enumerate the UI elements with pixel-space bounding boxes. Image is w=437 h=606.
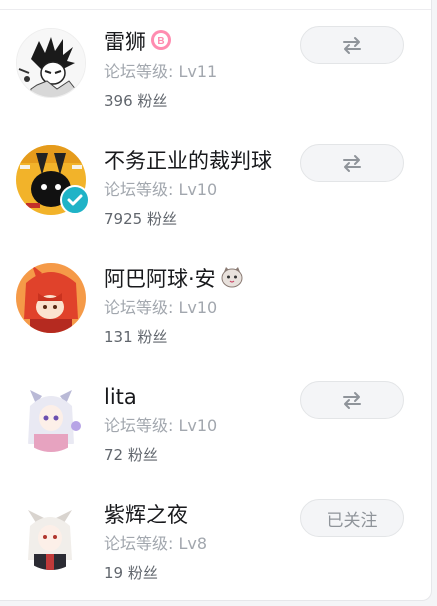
- user-row[interactable]: 雷狮 B 论坛等级: Lv11 396 粉丝: [0, 10, 431, 128]
- forum-level: 论坛等级: Lv11: [104, 62, 218, 81]
- username[interactable]: 紫辉之夜: [104, 501, 188, 529]
- fans-count: 72 粉丝: [104, 446, 158, 464]
- mutual-follow-button[interactable]: [300, 26, 404, 64]
- fans-count: 396 粉丝: [104, 92, 168, 110]
- swap-arrows-icon: [343, 37, 361, 54]
- username-text[interactable]: 雷狮: [104, 30, 146, 54]
- swap-arrows-icon: [343, 392, 361, 409]
- avatar[interactable]: [16, 263, 86, 333]
- mutual-follow-button[interactable]: [300, 144, 404, 182]
- pink-b-badge-icon: B: [150, 29, 172, 58]
- forum-level: 论坛等级: Lv8: [104, 534, 208, 553]
- followed-button[interactable]: 已关注: [300, 499, 404, 537]
- cat-emoji-icon: [220, 266, 244, 295]
- forum-level: 论坛等级: Lv10: [104, 416, 218, 435]
- user-row[interactable]: 紫辉之夜 论坛等级: Lv8 19 粉丝 已关注: [0, 482, 431, 600]
- forum-level: 论坛等级: Lv10: [104, 298, 218, 317]
- user-row[interactable]: 不务正业的裁判球 论坛等级: Lv10 7925 粉丝: [0, 128, 431, 246]
- avatar[interactable]: [16, 382, 86, 452]
- fans-count: 7925 粉丝: [104, 210, 177, 228]
- avatar[interactable]: [16, 28, 86, 98]
- user-row[interactable]: 阿巴阿球·安 论坛等级: Lv10 131 粉丝: [0, 246, 431, 364]
- forum-level: 论坛等级: Lv10: [104, 180, 218, 199]
- fans-count: 131 粉丝: [104, 328, 168, 346]
- follow-list-panel: 雷狮 B 论坛等级: Lv11 396 粉丝 不务正业的裁判球 论坛等级: Lv…: [0, 0, 432, 601]
- username[interactable]: 阿巴阿球·安: [104, 265, 244, 295]
- swap-arrows-icon: [343, 155, 361, 172]
- username-text[interactable]: 阿巴阿球·安: [104, 267, 216, 291]
- username[interactable]: lita: [104, 383, 137, 411]
- username[interactable]: 不务正业的裁判球: [104, 147, 272, 175]
- badge-letter: B: [157, 36, 164, 47]
- verified-check-icon: [60, 185, 90, 215]
- fans-count: 19 粉丝: [104, 564, 158, 582]
- username[interactable]: 雷狮 B: [104, 28, 172, 58]
- avatar[interactable]: [16, 500, 86, 570]
- mutual-follow-button[interactable]: [300, 381, 404, 419]
- user-row[interactable]: lita 论坛等级: Lv10 72 粉丝: [0, 364, 431, 482]
